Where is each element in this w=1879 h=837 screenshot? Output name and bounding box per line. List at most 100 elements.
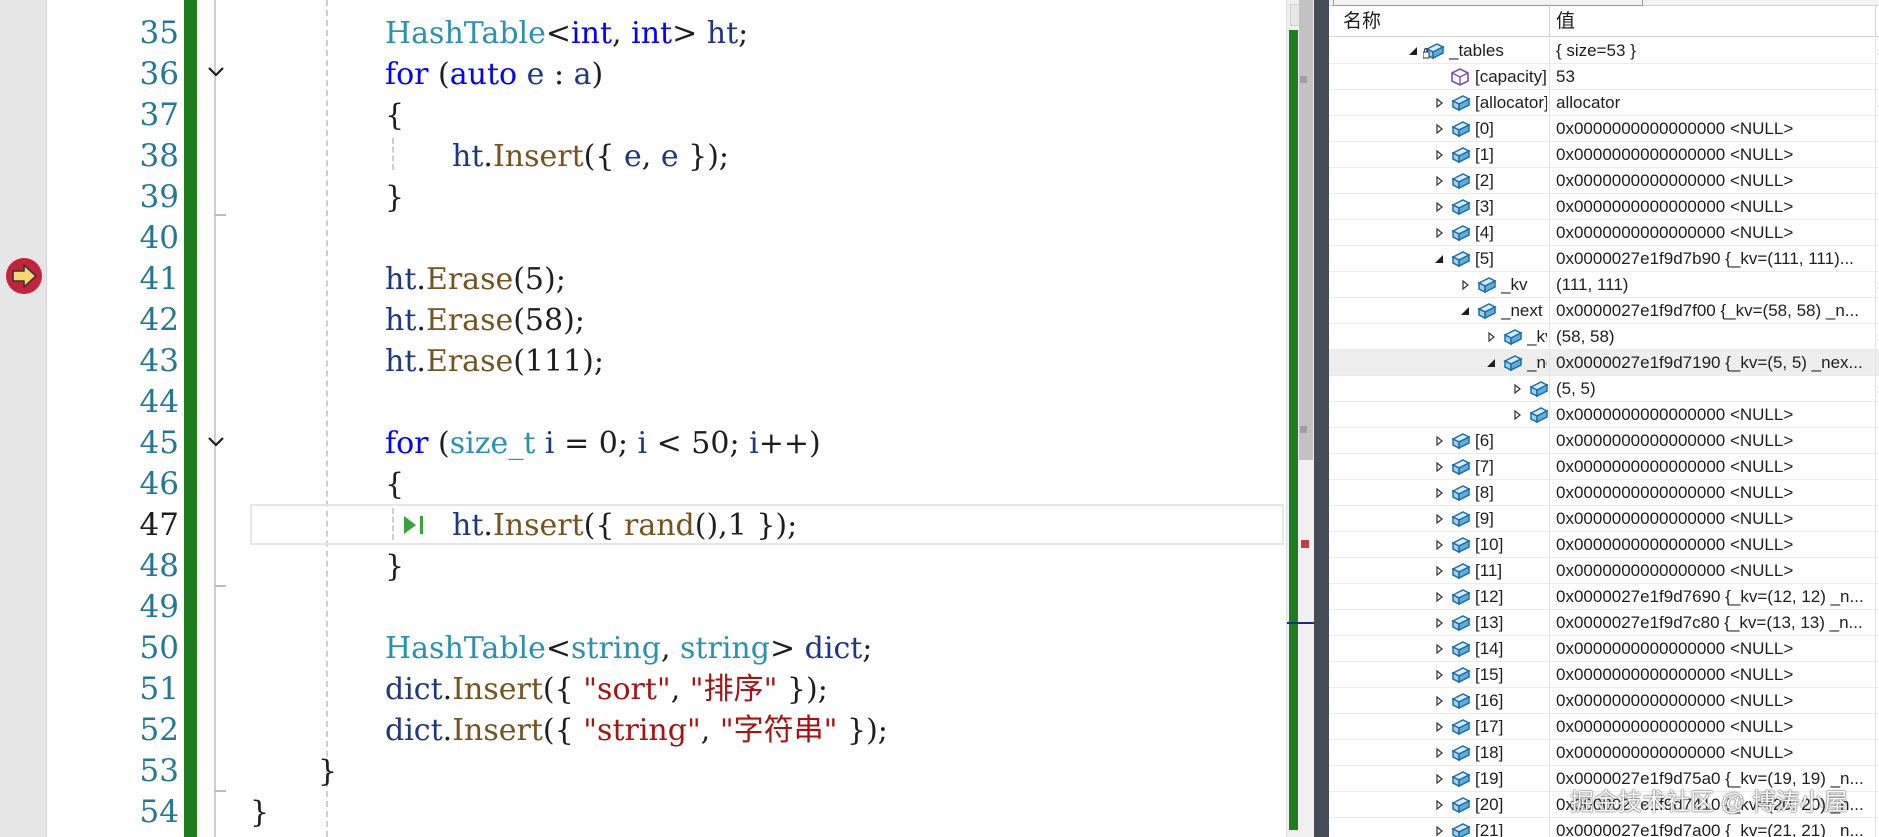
code-line[interactable]: HashTable<int, int> ht; [385, 13, 748, 54]
panel-splitter[interactable] [1314, 0, 1329, 837]
collapsed-triangle-icon[interactable] [1434, 488, 1444, 498]
watch-row[interactable]: [21] 0x0000027e1f9d7a00 {_kv=(21, 21) _n.… [1329, 818, 1879, 837]
watch-row[interactable]: [11]0x0000000000000000 <NULL>H [1329, 558, 1879, 584]
watch-value[interactable]: 0x0000027e1f9d7190 {_kv=(5, 5) _nex... [1556, 350, 1871, 376]
collapsed-triangle-icon[interactable] [1434, 124, 1444, 134]
watch-row[interactable]: [0]0x0000000000000000 <NULL>H [1329, 116, 1879, 142]
watch-value[interactable]: 0x0000000000000000 <NULL> [1556, 454, 1871, 480]
collapse-for-loop-chevron-icon[interactable] [204, 430, 228, 454]
expanded-triangle-icon[interactable] [1434, 254, 1444, 264]
watch-value[interactable]: (58, 58) [1556, 324, 1871, 350]
watch-value[interactable]: 0x0000000000000000 <NULL> [1556, 194, 1871, 220]
watch-value[interactable]: 0x0000000000000000 <NULL> [1556, 116, 1871, 142]
collapsed-triangle-icon[interactable] [1434, 176, 1444, 186]
collapsed-triangle-icon[interactable] [1460, 280, 1470, 290]
code-line[interactable]: ht.Insert({ e, e }); [452, 136, 729, 177]
collapsed-triangle-icon[interactable] [1434, 592, 1444, 602]
code-line[interactable]: { [385, 464, 404, 505]
collapsed-triangle-icon[interactable] [1434, 644, 1444, 654]
watch-row[interactable]: [4]0x0000000000000000 <NULL>H [1329, 220, 1879, 246]
watch-row[interactable]: [6]0x0000000000000000 <NULL>H [1329, 428, 1879, 454]
watch-row[interactable]: _tables{ size=53 }s [1329, 38, 1879, 64]
collapse-for-block-chevron-icon[interactable] [204, 60, 228, 84]
collapsed-triangle-icon[interactable] [1434, 228, 1444, 238]
code-line[interactable]: } [385, 546, 404, 587]
watch-row[interactable]: [7]0x0000000000000000 <NULL>H [1329, 454, 1879, 480]
code-line[interactable]: } [250, 792, 269, 833]
watch-value[interactable]: { size=53 } [1556, 38, 1871, 64]
watch-value[interactable]: 0x0000000000000000 <NULL> [1556, 402, 1871, 428]
watch-row[interactable]: _kv(58, 58)s [1329, 324, 1879, 350]
collapsed-triangle-icon[interactable] [1434, 670, 1444, 680]
code-line[interactable]: dict.Insert({ "sort", "排序" }); [385, 669, 828, 710]
collapsed-triangle-icon[interactable] [1434, 540, 1444, 550]
collapsed-triangle-icon[interactable] [1434, 566, 1444, 576]
watch-value[interactable]: 53 [1556, 64, 1871, 90]
code-line[interactable]: } [318, 751, 337, 792]
watch-value[interactable]: 0x0000027e1f9d7690 {_kv=(12, 12) _n... [1556, 584, 1871, 610]
collapsed-triangle-icon[interactable] [1434, 774, 1444, 784]
watch-row[interactable]: [capacity]53u [1329, 64, 1879, 90]
code-editor[interactable]: 35 36 37 38 39 40 41 42 43 44 45 46 47 48 49 50 51 52 53 54… [0, 0, 1314, 837]
column-divider[interactable] [1549, 6, 1550, 37]
collapsed-triangle-icon[interactable] [1434, 722, 1444, 732]
collapsed-triangle-icon[interactable] [1434, 462, 1444, 472]
value-column-header[interactable]: 值 [1556, 6, 1575, 37]
watch-row[interactable]: _...0x0000000000000000 <NULL>H [1329, 402, 1879, 428]
watch-value[interactable]: 0x0000000000000000 <NULL> [1556, 740, 1871, 766]
watch-value[interactable]: 0x0000000000000000 <NULL> [1556, 532, 1871, 558]
breakpoint-current-icon[interactable] [6, 258, 42, 294]
watch-row[interactable]: [17]0x0000000000000000 <NULL>H [1329, 714, 1879, 740]
collapsed-triangle-icon[interactable] [1434, 800, 1444, 810]
watch-window[interactable]: 名称 值 _tables{ size=53 }s[capacity]53u[al… [1329, 0, 1879, 837]
watch-row[interactable]: [9]0x0000000000000000 <NULL>H [1329, 506, 1879, 532]
code-line[interactable]: dict.Insert({ "string", "字符串" }); [385, 710, 888, 751]
watch-row[interactable]: [1]0x0000000000000000 <NULL>H [1329, 142, 1879, 168]
expanded-triangle-icon[interactable] [1486, 358, 1496, 368]
watch-row[interactable]: [12] 0x0000027e1f9d7690 {_kv=(12, 12) _n.… [1329, 584, 1879, 610]
collapsed-triangle-icon[interactable] [1434, 514, 1444, 524]
watch-value[interactable]: (5, 5) [1556, 376, 1871, 402]
code-line[interactable]: ht.Erase(5); [385, 259, 566, 300]
watch-row[interactable]: [14]0x0000000000000000 <NULL>H [1329, 636, 1879, 662]
editor-vertical-scrollbar[interactable] [1286, 0, 1314, 837]
watch-value[interactable]: 0x0000000000000000 <NULL> [1556, 714, 1871, 740]
collapsed-triangle-icon[interactable] [1512, 384, 1522, 394]
column-divider[interactable] [1875, 6, 1876, 37]
watch-value[interactable]: 0x0000000000000000 <NULL> [1556, 558, 1871, 584]
code-line[interactable]: HashTable<string, string> dict; [385, 628, 872, 669]
collapsed-triangle-icon[interactable] [1434, 202, 1444, 212]
run-to-cursor-icon[interactable] [402, 514, 428, 536]
watch-row[interactable]: _next 0x0000027e1f9d7f00 {_kv=(58, 58) _n… [1329, 298, 1879, 324]
expanded-triangle-icon[interactable] [1460, 306, 1470, 316]
collapsed-triangle-icon[interactable] [1434, 98, 1444, 108]
watch-value[interactable]: 0x0000027e1f9d7a00 {_kv=(21, 21) _n... [1556, 818, 1871, 837]
watch-value[interactable]: 0x0000000000000000 <NULL> [1556, 142, 1871, 168]
collapsed-triangle-icon[interactable] [1434, 150, 1444, 160]
watch-value[interactable]: 0x0000000000000000 <NULL> [1556, 506, 1871, 532]
watch-row[interactable]: [18]0x0000000000000000 <NULL>H [1329, 740, 1879, 766]
watch-row[interactable]: [13] 0x0000027e1f9d7c80 {_kv=(13, 13) _n.… [1329, 610, 1879, 636]
watch-value[interactable]: 0x0000000000000000 <NULL> [1556, 168, 1871, 194]
watch-value[interactable]: 0x0000000000000000 <NULL> [1556, 688, 1871, 714]
watch-value[interactable]: 0x0000000000000000 <NULL> [1556, 662, 1871, 688]
code-line[interactable]: for (auto e : a) [385, 54, 603, 95]
watch-value[interactable]: 0x0000000000000000 <NULL> [1556, 220, 1871, 246]
collapsed-triangle-icon[interactable] [1434, 826, 1444, 836]
breakpoint-gutter[interactable] [0, 0, 47, 837]
watch-row[interactable]: [15]0x0000000000000000 <NULL>H [1329, 662, 1879, 688]
code-line[interactable]: ht.Erase(58); [385, 300, 585, 341]
expanded-triangle-icon[interactable] [1408, 46, 1418, 56]
watch-value[interactable]: 0x0000027e1f9d7c80 {_kv=(13, 13) _n... [1556, 610, 1871, 636]
collapsed-triangle-icon[interactable] [1434, 618, 1444, 628]
watch-row[interactable]: [8]0x0000000000000000 <NULL>H [1329, 480, 1879, 506]
code-line[interactable]: for (size_t i = 0; i < 50; i++) [385, 423, 821, 464]
watch-value[interactable]: 0x0000027e1f9d7b90 {_kv=(111, 111)... [1556, 246, 1871, 272]
scrollbar-thumb[interactable] [1299, 0, 1313, 460]
watch-row[interactable]: [10]0x0000000000000000 <NULL>H [1329, 532, 1879, 558]
collapsed-triangle-icon[interactable] [1512, 410, 1522, 420]
watch-row[interactable]: _kv(111, 111)s [1329, 272, 1879, 298]
watch-value[interactable]: 0x0000000000000000 <NULL> [1556, 636, 1871, 662]
watch-value[interactable]: 0x0000000000000000 <NULL> [1556, 428, 1871, 454]
collapsed-triangle-icon[interactable] [1434, 696, 1444, 706]
